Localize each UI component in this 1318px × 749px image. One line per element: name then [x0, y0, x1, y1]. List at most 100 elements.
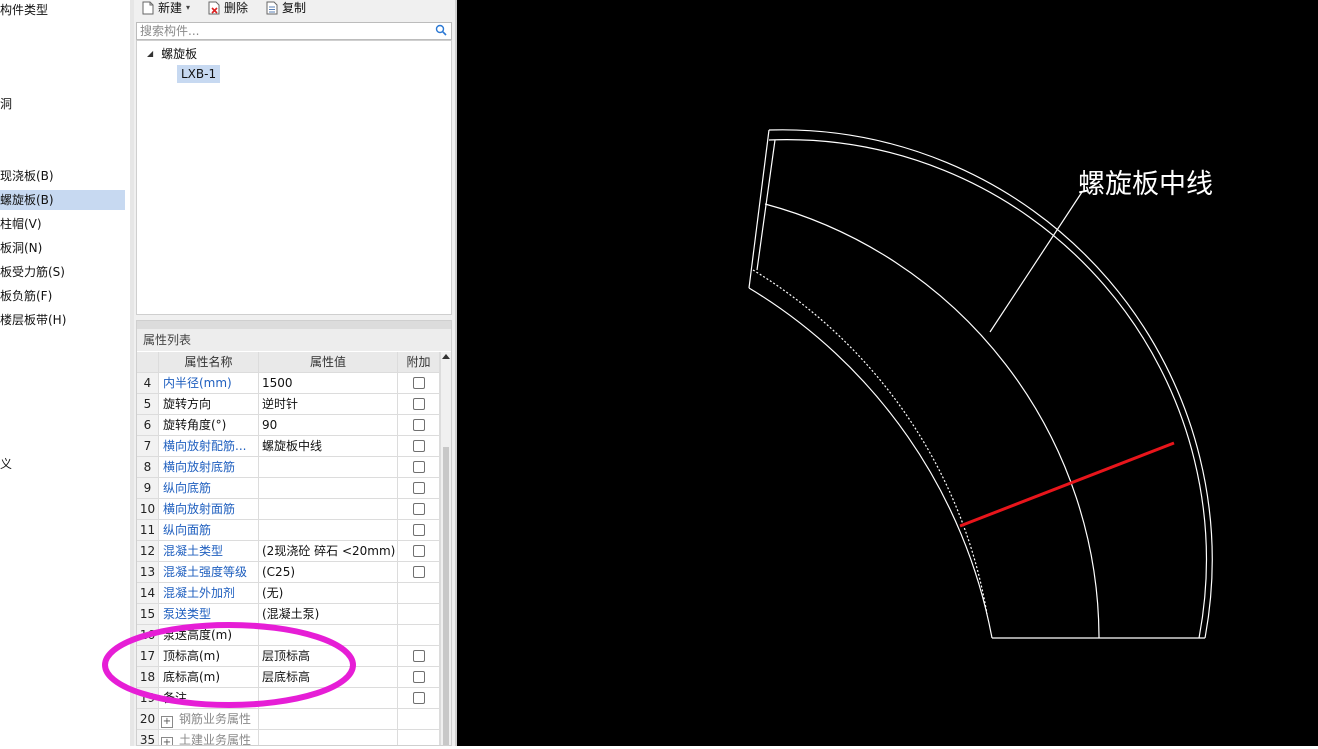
property-panel-title: 属性列表: [137, 329, 451, 351]
property-value[interactable]: [259, 688, 398, 708]
nav-item-column-cap[interactable]: 柱帽(V): [0, 214, 125, 234]
row-number: 13: [137, 562, 159, 582]
nav-item-component-type[interactable]: 构件类型: [0, 0, 125, 20]
property-value[interactable]: (2现浇砼 碎石 <20mm): [259, 541, 398, 561]
nav-item-cast-slab[interactable]: 现浇板(B): [0, 166, 125, 186]
property-name: 横向放射底筋: [159, 457, 259, 477]
expand-plus-icon[interactable]: +: [161, 716, 173, 728]
property-row[interactable]: 12 混凝土类型 (2现浇砼 碎石 <20mm): [137, 541, 440, 562]
property-name: 顶标高(m): [159, 646, 259, 666]
nav-item-spiral-slab[interactable]: 螺旋板(B): [0, 190, 125, 210]
collapse-triangle-icon[interactable]: ◢: [147, 45, 153, 63]
property-group-row[interactable]: 20 + 钢筋业务属性: [137, 709, 440, 730]
property-name: 纵向面筋: [159, 520, 259, 540]
property-row[interactable]: 7 横向放射配筋... 螺旋板中线: [137, 436, 440, 457]
property-row[interactable]: 17 顶标高(m) 层顶标高: [137, 646, 440, 667]
property-scrollbar[interactable]: [440, 352, 451, 745]
row-number: 5: [137, 394, 159, 414]
property-row[interactable]: 14 混凝土外加剂 (无): [137, 583, 440, 604]
property-value[interactable]: [259, 520, 398, 540]
row-number: 11: [137, 520, 159, 540]
component-type-nav: 构件类型 洞 现浇板(B) 螺旋板(B) 柱帽(V) 板洞(N) 板受力筋(S)…: [0, 0, 134, 746]
property-group-label: 土建业务属性: [179, 733, 252, 746]
row-number: 8: [137, 457, 159, 477]
attach-checkbox[interactable]: [412, 524, 425, 536]
property-row[interactable]: 19 备注: [137, 688, 440, 709]
tree-node-lxb-1[interactable]: LXB-1: [177, 65, 221, 83]
nav-item-slab-rebar[interactable]: 板受力筋(S): [0, 262, 125, 282]
nav-item-floor-strip[interactable]: 楼层板带(H): [0, 310, 125, 330]
panel-grip[interactable]: [137, 321, 451, 329]
spiral-slab-drawing[interactable]: [457, 0, 1318, 746]
property-value[interactable]: 90: [259, 415, 398, 435]
property-value[interactable]: 逆时针: [259, 394, 398, 414]
nav-item-slab-negative-rebar[interactable]: 板负筋(F): [0, 286, 125, 306]
attach-checkbox[interactable]: [412, 503, 425, 515]
search-icon[interactable]: [435, 24, 447, 36]
property-value[interactable]: [259, 625, 398, 645]
property-add-cell: [398, 436, 440, 456]
new-button[interactable]: 新建 ▾: [142, 0, 190, 16]
property-value[interactable]: 层顶标高: [259, 646, 398, 666]
property-value[interactable]: [259, 457, 398, 477]
property-add-cell: [398, 520, 440, 540]
column-header-name: 属性名称: [159, 352, 259, 372]
attach-checkbox[interactable]: [412, 440, 425, 452]
search-input[interactable]: [137, 23, 433, 39]
attach-checkbox[interactable]: [412, 419, 425, 431]
scrollbar-thumb[interactable]: [443, 447, 449, 745]
attach-checkbox[interactable]: [412, 671, 425, 683]
property-value[interactable]: (混凝土泵): [259, 604, 398, 624]
property-value[interactable]: [259, 730, 398, 745]
scroll-up-icon[interactable]: [442, 354, 450, 359]
property-value[interactable]: (C25): [259, 562, 398, 582]
attach-checkbox[interactable]: [412, 461, 425, 473]
property-value[interactable]: [259, 709, 398, 729]
property-row[interactable]: 8 横向放射底筋: [137, 457, 440, 478]
property-value[interactable]: [259, 499, 398, 519]
component-panel: 新建 ▾ 删除 复制 ◢ 螺旋板 LXB-1 属性列表 属性名称 属性值: [134, 0, 455, 746]
chevron-down-icon[interactable]: ▾: [186, 1, 190, 15]
property-value[interactable]: 1500: [259, 373, 398, 393]
property-group-name[interactable]: + 钢筋业务属性: [159, 709, 259, 729]
property-row[interactable]: 11 纵向面筋: [137, 520, 440, 541]
property-value[interactable]: 螺旋板中线: [259, 436, 398, 456]
property-group-name[interactable]: + 土建业务属性: [159, 730, 259, 746]
delete-button[interactable]: 删除: [208, 0, 248, 16]
drawing-canvas[interactable]: 螺旋板中线: [457, 0, 1318, 746]
nav-item-custom[interactable]: 义: [0, 454, 125, 474]
property-row[interactable]: 5 旋转方向 逆时针: [137, 394, 440, 415]
row-number: 15: [137, 604, 159, 624]
property-row[interactable]: 15 泵送类型 (混凝土泵): [137, 604, 440, 625]
property-value[interactable]: (无): [259, 583, 398, 603]
attach-checkbox[interactable]: [412, 566, 425, 578]
attach-checkbox[interactable]: [412, 377, 425, 389]
copy-button[interactable]: 复制: [266, 0, 306, 16]
property-row[interactable]: 6 旋转角度(°) 90: [137, 415, 440, 436]
nav-item-opening[interactable]: 洞: [0, 94, 125, 114]
attach-checkbox[interactable]: [412, 650, 425, 662]
property-group-row[interactable]: 35 + 土建业务属性: [137, 730, 440, 746]
attach-checkbox[interactable]: [412, 545, 425, 557]
property-row[interactable]: 10 横向放射面筋: [137, 499, 440, 520]
property-row[interactable]: 4 内半径(mm) 1500: [137, 373, 440, 394]
property-row[interactable]: 9 纵向底筋: [137, 478, 440, 499]
property-table: 属性名称 属性值 附加 4 内半径(mm) 1500 5 旋转方向 逆时针 6 旋转角度(°)…: [137, 352, 440, 746]
property-row[interactable]: 16 泵送高度(m): [137, 625, 440, 646]
attach-checkbox[interactable]: [412, 482, 425, 494]
property-row[interactable]: 13 混凝土强度等级 (C25): [137, 562, 440, 583]
attach-checkbox[interactable]: [412, 692, 425, 704]
property-add-cell: [398, 478, 440, 498]
row-number: 18: [137, 667, 159, 687]
attach-checkbox[interactable]: [412, 398, 425, 410]
row-number: 14: [137, 583, 159, 603]
delete-icon: [208, 1, 220, 15]
expand-plus-icon[interactable]: +: [161, 737, 173, 745]
row-number-header: [137, 352, 159, 372]
tree-node-label: 螺旋板: [161, 47, 198, 61]
property-value[interactable]: [259, 478, 398, 498]
property-row[interactable]: 18 底标高(m) 层底标高: [137, 667, 440, 688]
nav-item-slab-hole[interactable]: 板洞(N): [0, 238, 125, 258]
property-value[interactable]: 层底标高: [259, 667, 398, 687]
tree-node-spiral-slab[interactable]: ◢ 螺旋板: [147, 45, 197, 63]
